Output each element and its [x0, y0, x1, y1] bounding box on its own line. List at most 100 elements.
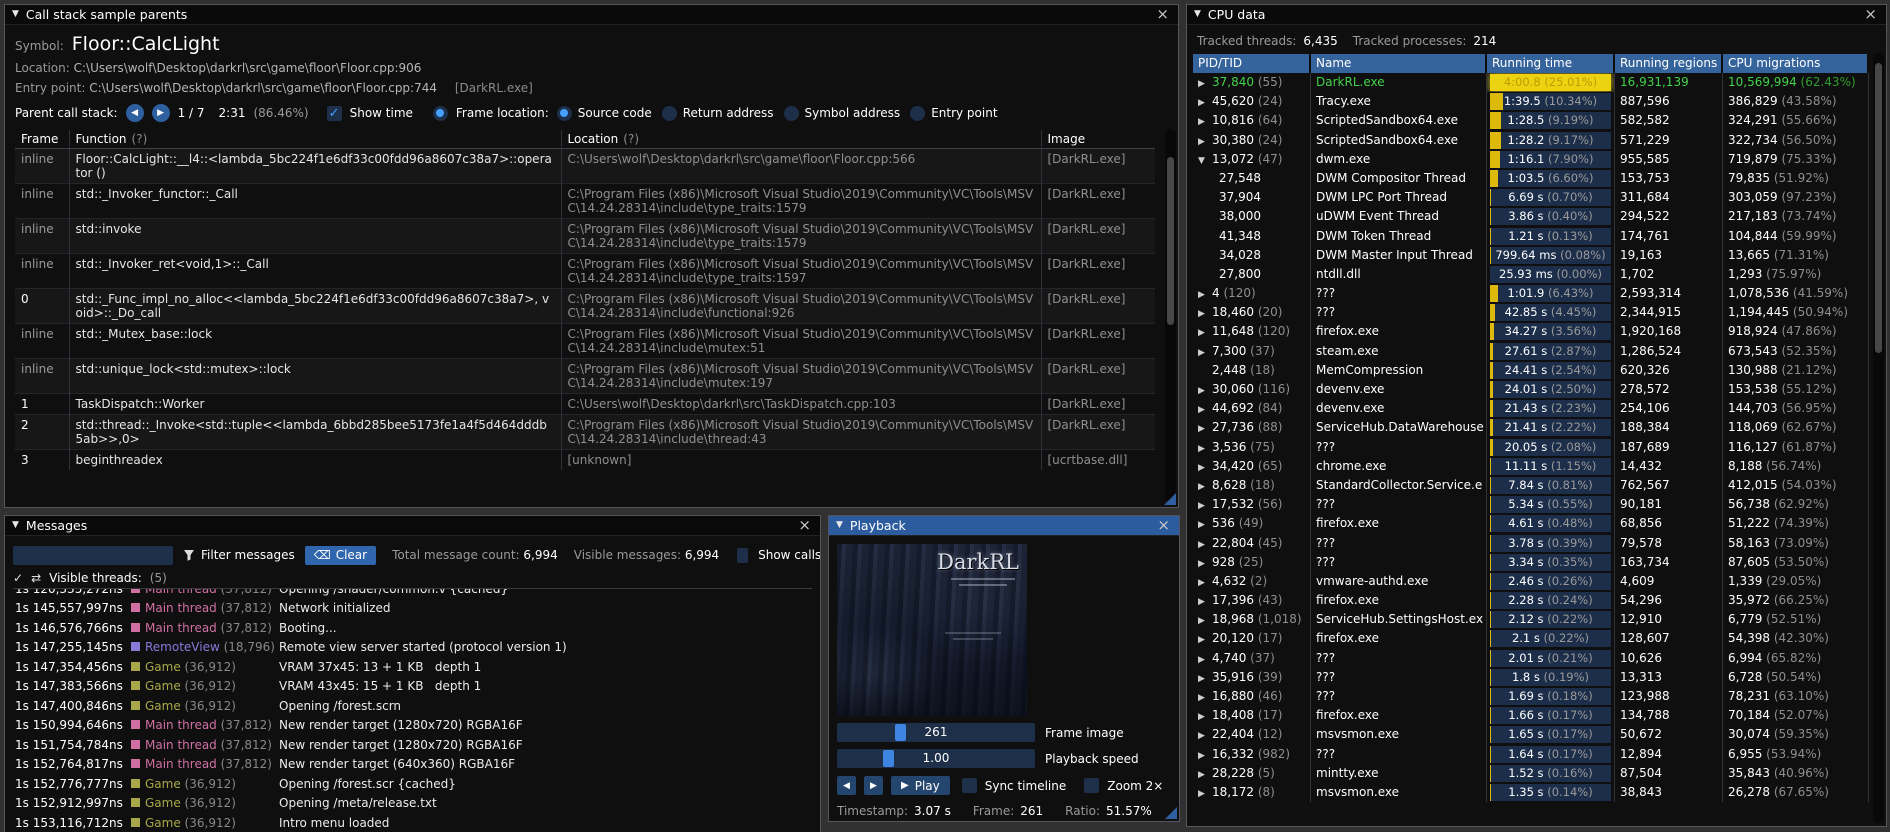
- column-header-image[interactable]: Image: [1041, 130, 1155, 149]
- cpu-row[interactable]: 37,904 DWM LPC Port Thread 6.69 s (0.70%) 3…: [1193, 188, 1886, 208]
- cpu-row[interactable]: 41,348 DWM Token Thread 1.21 s (0.13%) 174,…: [1193, 226, 1886, 246]
- cpu-row[interactable]: ▶ 8,628 (18) StandardCollector.Service.e 7.…: [1193, 475, 1886, 496]
- cpu-row[interactable]: ▶ 7,300 (37) steam.exe 27.61 s (2.87%) 1,286…: [1193, 341, 1886, 361]
- speed-slider[interactable]: 1.00: [837, 749, 1035, 768]
- cpu-row[interactable]: ▶ 45,620 (24) Tracy.exe 1:39.5 (10.34%) 887,…: [1193, 92, 1886, 112]
- column-header-frame[interactable]: Frame: [15, 130, 70, 149]
- expand-icon[interactable]: ▶: [1198, 75, 1212, 92]
- zoom-2x-checkbox[interactable]: ✓: [1084, 778, 1100, 793]
- callstack-scrollbar[interactable]: [1165, 129, 1176, 501]
- expand-icon[interactable]: ▶: [1198, 113, 1212, 130]
- callstack-row[interactable]: inline std::unique_lock<std::mutex>::lock…: [15, 358, 1155, 394]
- cpu-row[interactable]: ▶ 35,916 (39)??? 1.8 s (0.19%) 13,313 6,728 …: [1193, 667, 1886, 687]
- playback-titlebar[interactable]: ▼ Playback ×: [829, 516, 1179, 536]
- cpu-row[interactable]: ▶ 3,536 (75)??? 20.05 s (2.08%) 187,689 116,…: [1193, 437, 1886, 457]
- close-icon[interactable]: ×: [1154, 7, 1171, 22]
- prev-parent-button[interactable]: ◀: [125, 104, 144, 122]
- cpu-row[interactable]: ▶ 4,632 (2) vmware-authd.exe 2.46 s (0.26%)…: [1193, 571, 1886, 592]
- close-icon[interactable]: ×: [1155, 518, 1172, 533]
- expand-icon[interactable]: ▶: [1198, 747, 1212, 764]
- message-row[interactable]: 1s 151,754,784ns Main thread (37,812) New …: [13, 735, 812, 755]
- cpu-scrollbar[interactable]: [1873, 53, 1884, 823]
- callstack-titlebar[interactable]: ▼ Call stack sample parents ×: [5, 5, 1178, 25]
- cpu-row[interactable]: ▶ 16,880 (46)??? 1.69 s (0.18%) 123,988 78,2…: [1193, 687, 1886, 707]
- column-header-running-regions[interactable]: Running regions: [1615, 54, 1723, 73]
- cpu-row[interactable]: ▶ 18,408 (17) firefox.exe 1.66 s (0.17%) 134…: [1193, 706, 1886, 726]
- expand-icon[interactable]: ▶: [1198, 401, 1212, 418]
- radio-icon[interactable]: [783, 105, 799, 121]
- message-row[interactable]: 1s 147,400,846ns Game (36,912) Opening /fo…: [13, 696, 812, 716]
- expand-icon[interactable]: ▶: [1198, 344, 1212, 361]
- message-row[interactable]: 1s 147,383,566ns Game (36,912) VRAM 43x45:…: [13, 677, 812, 697]
- callstack-row[interactable]: 1 TaskDispatch::Worker C:\Users\wolf\Deskt…: [15, 393, 1155, 415]
- radio-return-address[interactable]: Return address: [661, 105, 774, 121]
- cpu-row[interactable]: ▶ 18,172 (8) msvsmon.exe 1.35 s (0.14%) 38,8…: [1193, 782, 1886, 803]
- next-frame-button[interactable]: ▶: [864, 776, 883, 795]
- expand-icon[interactable]: ▶: [1198, 516, 1212, 533]
- expand-icon[interactable]: ▶: [1198, 766, 1212, 783]
- callstack-row[interactable]: inline std::_Mutex_base::lock C:\Program F…: [15, 323, 1155, 359]
- message-row[interactable]: 1s 147,255,145ns RemoteView (18,796) Remot…: [13, 638, 812, 658]
- expand-icon[interactable]: ▶: [1198, 593, 1212, 610]
- cpu-row[interactable]: ▶2,448 (18)MemCompression24.41 s (2.54%)…: [1193, 360, 1886, 380]
- expand-icon[interactable]: ▶: [1198, 286, 1212, 303]
- column-header-running-time[interactable]: Running time: [1487, 54, 1615, 73]
- scrollbar-thumb[interactable]: [1875, 63, 1882, 353]
- message-row[interactable]: 1s 150,994,646ns Main thread (37,812) New …: [13, 716, 812, 736]
- expand-icon[interactable]: ▶: [1198, 420, 1212, 437]
- expand-icon[interactable]: ▶: [1198, 536, 1212, 553]
- collapse-icon[interactable]: ▼: [836, 521, 843, 530]
- cpu-row[interactable]: ▶ 34,420 (65) chrome.exe 11.11 s (1.15%) 14,…: [1193, 456, 1886, 476]
- column-header-function[interactable]: Function (?): [69, 130, 562, 149]
- cpu-row[interactable]: ▶ 27,736 (88) ServiceHub.DataWarehouse 21.4…: [1193, 418, 1886, 438]
- callstack-row[interactable]: 0 std::_Func_impl_no_alloc<<lambda_5bc224…: [15, 288, 1155, 324]
- radio-symbol-address[interactable]: Symbol address: [783, 105, 900, 121]
- message-row[interactable]: 1s 152,764,817ns Main thread (37,812) New …: [13, 755, 812, 775]
- cpu-row[interactable]: ▶ 20,120 (17) firefox.exe 2.1 s (0.22%) 128,…: [1193, 629, 1886, 649]
- message-row[interactable]: 1s 153,116,712ns Game (36,912) Intro menu …: [13, 813, 812, 832]
- cpu-row[interactable]: 27,548 DWM Compositor Thread 1:03.5 (6.60%…: [1193, 168, 1886, 189]
- visible-threads-label[interactable]: Visible threads:: [49, 571, 142, 585]
- expand-icon[interactable]: ▶: [1198, 574, 1212, 591]
- expand-icon[interactable]: ▶: [1198, 478, 1212, 495]
- collapse-icon[interactable]: ▼: [12, 521, 19, 530]
- expand-icon[interactable]: ▶: [1198, 651, 1212, 668]
- expand-icon[interactable]: ▶: [1198, 305, 1212, 322]
- cpu-row[interactable]: ▶ 44,692 (84) devenv.exe 21.43 s (2.23%) 254…: [1193, 399, 1886, 419]
- callstack-row[interactable]: 2 std::thread::_Invoke<std::tuple<<lambda…: [15, 414, 1155, 450]
- close-icon[interactable]: ×: [796, 518, 813, 533]
- column-header-location[interactable]: Location (?): [561, 130, 1042, 149]
- expand-icon[interactable]: ▶: [1198, 94, 1212, 111]
- cpu-row[interactable]: ▶ 22,804 (45)??? 3.78 s (0.39%) 79,578 58,16…: [1193, 533, 1886, 553]
- clear-button[interactable]: ⌫ Clear: [304, 545, 377, 565]
- cpu-row[interactable]: ▶ 17,396 (43) firefox.exe 2.28 s (0.24%) 54,…: [1193, 591, 1886, 611]
- cpu-row[interactable]: ▶ 4 (120)??? 1:01.9 (6.43%) 2,593,314 1,078,…: [1193, 284, 1886, 304]
- column-header-cpu-migrations[interactable]: CPU migrations: [1723, 54, 1869, 73]
- expand-icon[interactable]: ▶: [1198, 708, 1212, 725]
- callstack-row[interactable]: inline std::invoke C:\Program Files (x86)\…: [15, 218, 1155, 254]
- resize-grip[interactable]: [1164, 493, 1176, 505]
- expand-icon[interactable]: ▶: [1198, 459, 1212, 476]
- cpu-row[interactable]: 38,000 uDWM Event Thread 3.86 s (0.40%) 294…: [1193, 207, 1886, 227]
- show-time-checkbox[interactable]: ✓: [326, 105, 342, 121]
- callstack-row[interactable]: inline std::_Invoker_ret<void,1>::_Call C:…: [15, 253, 1155, 289]
- expand-icon[interactable]: ▶: [1198, 497, 1212, 514]
- next-parent-button[interactable]: ▶: [151, 104, 170, 122]
- callstack-row[interactable]: inline Floor::CalcLight::__l4::<lambda_5b…: [15, 148, 1155, 184]
- expand-icon[interactable]: ▶: [1198, 440, 1212, 457]
- expand-icon[interactable]: ▶: [1198, 631, 1212, 648]
- expand-icon[interactable]: ▶: [1198, 324, 1212, 341]
- message-row[interactable]: 1s 152,912,997ns Game (36,912) Opening /me…: [13, 794, 812, 814]
- radio-icon[interactable]: [661, 105, 677, 121]
- sync-timeline-checkbox[interactable]: ✓: [961, 778, 977, 793]
- expand-icon[interactable]: ▶: [1198, 689, 1212, 706]
- expand-icon[interactable]: ▶: [1198, 727, 1212, 744]
- message-row[interactable]: 1s 120,335,272nsMain thread (37,812)Open…: [13, 589, 812, 599]
- message-row[interactable]: 1s 146,576,766ns Main thread (37,812) Boot…: [13, 618, 812, 638]
- close-icon[interactable]: ×: [1862, 7, 1879, 22]
- cpu-row[interactable]: 27,800 ntdll.dll 25.93 ms (0.00%) 1,702 1,29…: [1193, 264, 1886, 285]
- scrollbar-thumb[interactable]: [1167, 157, 1174, 325]
- collapse-icon[interactable]: ▼: [1194, 10, 1201, 19]
- message-row[interactable]: 1s 152,776,777ns Game (36,912) Opening /fo…: [13, 774, 812, 794]
- cpu-row[interactable]: ▶ 30,380 (24) ScriptedSandbox64.exe 1:28.2 …: [1193, 130, 1886, 150]
